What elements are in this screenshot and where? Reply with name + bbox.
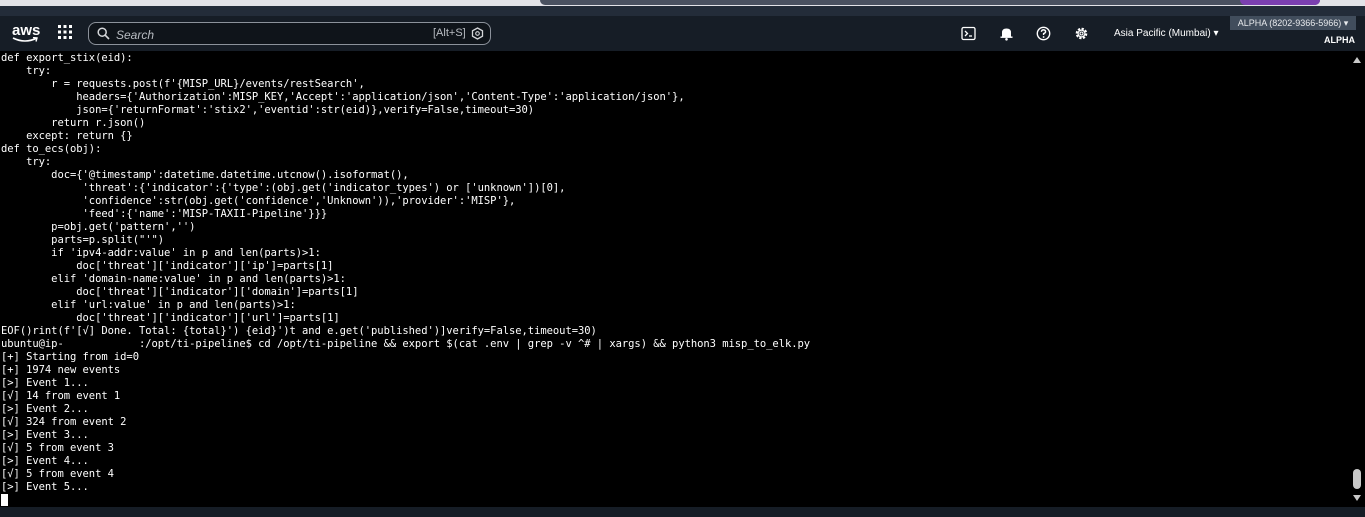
bell-icon[interactable] bbox=[999, 26, 1015, 42]
search-input[interactable] bbox=[114, 25, 418, 44]
terminal-line: except: return {} bbox=[1, 130, 133, 142]
terminal-line: parts=p.split("'") bbox=[1, 234, 165, 246]
terminal-line: [√] 5 from event 4 bbox=[1, 468, 114, 480]
region-selector[interactable]: Asia Pacific (Mumbai) ▾ bbox=[1114, 28, 1219, 39]
aws-smile-icon bbox=[12, 37, 38, 42]
cloudshell-icon[interactable] bbox=[961, 26, 977, 42]
terminal-line: [>] Event 5... bbox=[1, 481, 89, 493]
terminal-line: EOF()rint(f'[√] Done. Total: {total}') {… bbox=[1, 325, 597, 337]
terminal-line: ubuntu@ip- :/opt/ti-pipeline$ cd /opt/ti… bbox=[1, 338, 811, 350]
cloudshell-terminal[interactable]: def export_stix(eid): try: r = requests.… bbox=[0, 51, 1349, 507]
terminal-line: p=obj.get('pattern','') bbox=[1, 221, 196, 233]
account-menu[interactable]: ALPHA (8202-9366-5966) ▾ bbox=[1230, 16, 1356, 30]
terminal-line: return r.json() bbox=[1, 117, 146, 129]
terminal-line: if 'ipv4-addr:value' in p and len(parts)… bbox=[1, 247, 321, 259]
terminal-line: def to_ecs(obj): bbox=[1, 143, 102, 155]
search-bar[interactable]: [Alt+S] bbox=[88, 22, 491, 45]
terminal-line: doc['threat']['indicator']['ip']=parts[1… bbox=[1, 260, 334, 272]
terminal-line: [>] Event 1... bbox=[1, 377, 89, 389]
search-icon bbox=[97, 27, 110, 40]
account-role-label: ALPHA bbox=[1324, 35, 1355, 45]
search-shortcut-hint: [Alt+S] bbox=[433, 27, 466, 39]
terminal-line: r = requests.post(f'{MISP_URL}/events/re… bbox=[1, 78, 365, 90]
terminal-line: elif 'domain-name:value' in p and len(pa… bbox=[1, 273, 346, 285]
gear-icon[interactable] bbox=[1074, 26, 1090, 42]
terminal-line: headers={'Authorization':MISP_KEY,'Accep… bbox=[1, 91, 685, 103]
terminal-line: try: bbox=[1, 65, 52, 77]
services-menu-icon[interactable] bbox=[58, 25, 76, 43]
aws-console-header: aws [Alt+S] bbox=[0, 16, 1365, 51]
terminal-line: 'threat':{'indicator':{'type':(obj.get('… bbox=[1, 182, 566, 194]
terminal-line: try: bbox=[1, 156, 52, 168]
terminal-line: def export_stix(eid): bbox=[1, 52, 133, 64]
console-footer bbox=[0, 507, 1365, 517]
terminal-line: [√] 5 from event 3 bbox=[1, 442, 114, 454]
terminal-line: elif 'url:value' in p and len(parts)>1: bbox=[1, 299, 296, 311]
terminal-line: doc['threat']['indicator']['domain']=par… bbox=[1, 286, 359, 298]
terminal-line: [>] Event 4... bbox=[1, 455, 89, 467]
terminal-line: 'feed':{'name':'MISP-TAXII-Pipeline'}}} bbox=[1, 208, 328, 220]
browser-top-strip bbox=[0, 0, 1365, 16]
terminal-line: [>] Event 2... bbox=[1, 403, 89, 415]
terminal-line: doc['threat']['indicator']['url']=parts[… bbox=[1, 312, 340, 324]
scroll-down-icon[interactable] bbox=[1353, 495, 1361, 501]
scroll-up-icon[interactable] bbox=[1353, 57, 1361, 63]
terminal-cursor bbox=[1, 494, 8, 506]
scrollbar-thumb[interactable] bbox=[1353, 469, 1361, 489]
browser-accent-strip bbox=[1240, 0, 1320, 5]
terminal-line: doc={'@timestamp':datetime.datetime.utcn… bbox=[1, 169, 409, 181]
terminal-line: 'confidence':str(obj.get('confidence','U… bbox=[1, 195, 516, 207]
browser-tab-strip bbox=[540, 0, 1320, 5]
terminal-line: json={'returnFormat':'stix2','eventid':s… bbox=[1, 104, 535, 116]
aws-logo[interactable]: aws bbox=[12, 22, 40, 44]
help-icon[interactable] bbox=[1036, 26, 1052, 42]
terminal-line: [+] Starting from id=0 bbox=[1, 351, 139, 363]
terminal-line: [>] Event 3... bbox=[1, 429, 89, 441]
amazon-q-icon[interactable] bbox=[471, 27, 484, 40]
terminal-line: [+] 1974 new events bbox=[1, 364, 121, 376]
terminal-scrollbar[interactable] bbox=[1349, 51, 1365, 507]
terminal-line: [√] 324 from event 2 bbox=[1, 416, 127, 428]
terminal-line: [√] 14 from event 1 bbox=[1, 390, 121, 402]
